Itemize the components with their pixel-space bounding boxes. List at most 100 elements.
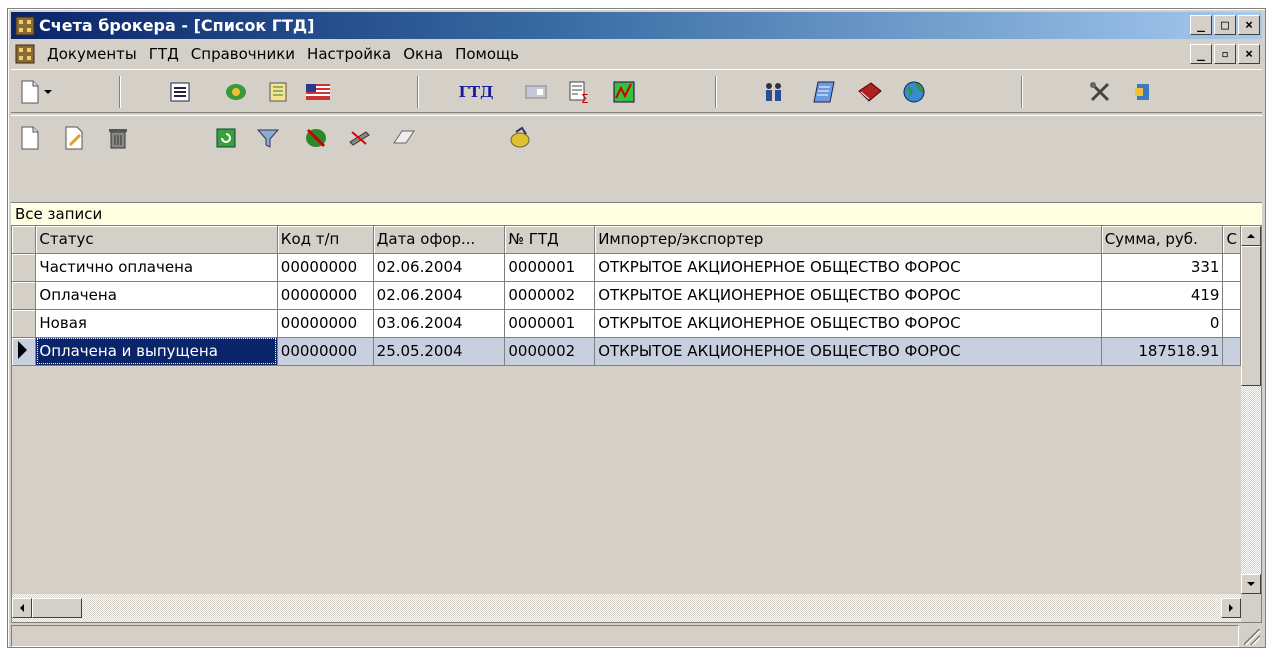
cell-code[interactable]: 00000000 (277, 253, 374, 282)
resize-grip-icon[interactable] (1244, 629, 1260, 645)
col-importer[interactable]: Импортер/экспортер (594, 226, 1102, 254)
child-restore-button[interactable]: ▫ (1214, 44, 1236, 64)
red-book-icon[interactable] (857, 79, 883, 105)
list-icon[interactable] (167, 79, 193, 105)
gtd-grid[interactable]: Статус Код т/п Дата офор... № ГТД Импорт… (11, 225, 1262, 623)
col-gtd-number[interactable]: № ГТД (504, 226, 596, 254)
cell-status[interactable]: Оплачена и выпущена (35, 337, 278, 366)
menu-settings[interactable]: Настройка (301, 45, 397, 63)
cell-status[interactable]: Новая (35, 309, 278, 338)
vertical-scroll-thumb[interactable] (1241, 246, 1261, 386)
cell-importer[interactable]: ОТКРЫТОЕ АКЦИОНЕРНОЕ ОБЩЕСТВО ФОРОС (594, 309, 1102, 338)
chart-icon[interactable] (611, 79, 637, 105)
cell-extra[interactable] (1222, 337, 1241, 366)
scroll-left-button[interactable] (12, 598, 32, 618)
filter-icon[interactable] (255, 125, 281, 151)
new-record-icon[interactable] (17, 125, 43, 151)
cell-gtd-number[interactable]: 0000002 (504, 281, 596, 310)
cell-date[interactable]: 02.06.2004 (373, 253, 506, 282)
menu-gtd[interactable]: ГТД (143, 45, 185, 63)
row-indicator-current[interactable] (12, 337, 37, 366)
col-code[interactable]: Код т/п (277, 226, 374, 254)
header-row: Статус Код т/п Дата офор... № ГТД Импорт… (12, 226, 1241, 254)
arrow-up-icon (1247, 234, 1255, 238)
gtd-text-button[interactable]: ГТД (455, 79, 497, 105)
document-system-menu-icon[interactable] (15, 44, 35, 64)
cell-sum[interactable]: 0 (1101, 309, 1224, 338)
menu-references[interactable]: Справочники (185, 45, 301, 63)
cell-status[interactable]: Частично оплачена (35, 253, 278, 282)
row-indicator[interactable] (12, 253, 37, 282)
cell-gtd-number[interactable]: 0000001 (504, 309, 596, 338)
menu-windows[interactable]: Окна (397, 45, 449, 63)
cell-code[interactable]: 00000000 (277, 337, 374, 366)
us-flag-icon[interactable] (305, 79, 331, 105)
table-row[interactable]: Новая 00000000 03.06.2004 0000001 ОТКРЫТ… (12, 309, 1241, 338)
menu-documents[interactable]: Документы (41, 45, 143, 63)
book-icon[interactable] (265, 79, 291, 105)
col-status[interactable]: Статус (35, 226, 278, 254)
scroll-down-button[interactable] (1241, 574, 1261, 594)
arrow-left-icon (20, 604, 24, 612)
horizontal-scroll-thumb[interactable] (32, 598, 82, 618)
table-row[interactable]: Оплачена 00000000 02.06.2004 0000002 ОТК… (12, 281, 1241, 310)
people-icon[interactable] (761, 79, 787, 105)
coin-icon[interactable] (507, 125, 533, 151)
pen-cross-icon[interactable] (347, 125, 373, 151)
cell-code[interactable]: 00000000 (277, 281, 374, 310)
row-indicator[interactable] (12, 309, 37, 338)
cell-extra[interactable] (1222, 309, 1241, 338)
table-row-selected[interactable]: Оплачена и выпущена 00000000 25.05.2004 … (12, 337, 1241, 366)
cell-importer[interactable]: ОТКРЫТОЕ АКЦИОНЕРНОЕ ОБЩЕСТВО ФОРОС (594, 337, 1102, 366)
minimize-button[interactable]: _ (1190, 15, 1212, 35)
header-indicator (12, 226, 37, 254)
row-indicator[interactable] (12, 281, 37, 310)
cell-extra[interactable] (1222, 253, 1241, 282)
record-toolbar (11, 115, 1262, 159)
cell-status[interactable]: Оплачена (35, 281, 278, 310)
globe-icon[interactable] (901, 79, 927, 105)
scroll-right-button[interactable] (1221, 598, 1241, 618)
cell-date[interactable]: 03.06.2004 (373, 309, 506, 338)
refresh-icon[interactable] (213, 125, 239, 151)
child-minimize-button[interactable]: _ (1190, 44, 1212, 64)
cell-sum[interactable]: 331 (1101, 253, 1224, 282)
gtd-table: Статус Код т/п Дата офор... № ГТД Импорт… (12, 226, 1241, 366)
table-row[interactable]: Частично оплачена 00000000 02.06.2004 00… (12, 253, 1241, 282)
cell-gtd-number[interactable]: 0000001 (504, 253, 596, 282)
new-document-icon[interactable] (17, 79, 43, 105)
cell-sum[interactable]: 187518.91 (1101, 337, 1224, 366)
title-bar[interactable]: Счета брокера - [Список ГТД] _ □ × (11, 12, 1262, 39)
current-row-pointer-icon (18, 341, 27, 359)
filter-label: Все записи (11, 202, 1262, 225)
maximize-button[interactable]: □ (1214, 15, 1236, 35)
cell-importer[interactable]: ОТКРЫТОЕ АКЦИОНЕРНОЕ ОБЩЕСТВО ФОРОС (594, 281, 1102, 310)
exit-icon[interactable] (1131, 79, 1157, 105)
money-icon[interactable] (223, 79, 249, 105)
col-date[interactable]: Дата офор... (373, 226, 506, 254)
cell-extra[interactable] (1222, 281, 1241, 310)
dropdown-arrow-icon[interactable] (41, 79, 55, 105)
cell-date[interactable]: 25.05.2004 (373, 337, 506, 366)
close-button[interactable]: × (1238, 15, 1260, 35)
money-cancel-icon[interactable] (303, 125, 329, 151)
horizontal-scrollbar[interactable] (12, 594, 1241, 622)
cell-sum[interactable]: 419 (1101, 281, 1224, 310)
eraser-icon[interactable] (391, 125, 417, 151)
cell-gtd-number[interactable]: 0000002 (504, 337, 596, 366)
card-icon[interactable] (523, 79, 549, 105)
menu-help[interactable]: Помощь (449, 45, 525, 63)
edit-record-icon[interactable] (61, 125, 87, 151)
cell-code[interactable]: 00000000 (277, 309, 374, 338)
col-sum[interactable]: Сумма, руб. (1101, 226, 1224, 254)
scroll-up-button[interactable] (1241, 226, 1261, 246)
notebook-icon[interactable] (811, 79, 837, 105)
col-extra[interactable]: С (1222, 226, 1241, 254)
delete-trash-icon[interactable] (105, 125, 131, 151)
cell-date[interactable]: 02.06.2004 (373, 281, 506, 310)
sum-report-icon[interactable]: Σ (567, 79, 593, 105)
vertical-scrollbar[interactable] (1241, 226, 1261, 594)
tools-icon[interactable] (1087, 79, 1113, 105)
cell-importer[interactable]: ОТКРЫТОЕ АКЦИОНЕРНОЕ ОБЩЕСТВО ФОРОС (594, 253, 1102, 282)
child-close-button[interactable]: × (1238, 44, 1260, 64)
